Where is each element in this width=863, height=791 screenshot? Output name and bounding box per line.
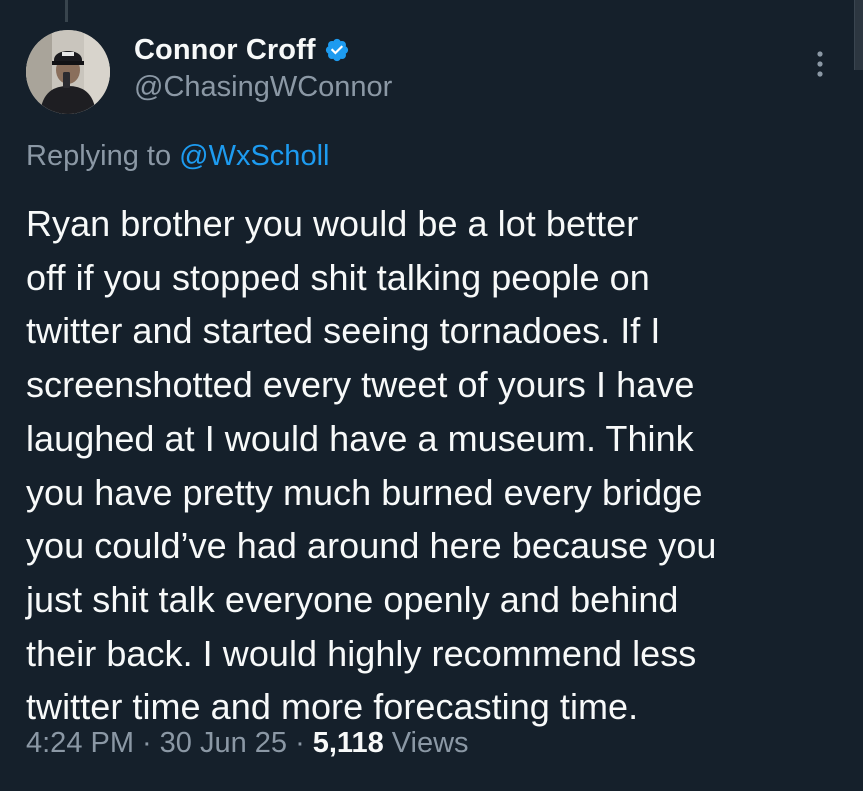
views-count: 5,118 [312,727,384,759]
views-label: Views [391,727,469,759]
verified-badge-icon [325,38,348,62]
author-name-row[interactable]: Connor Croff [134,32,350,68]
meta-separator: · [142,727,152,759]
author-handle[interactable]: @ChasingWConnor [134,71,392,104]
tweet-text: Ryan brother you would be a lot better o… [26,203,717,728]
more-options-icon[interactable] [808,46,832,82]
replying-to: Replying to @WxScholl [26,140,329,173]
scrollbar[interactable] [854,0,863,70]
tweet-metadata: 4:24 PM · 30 Jun 25 · 5,118 Views [26,727,469,760]
author-display-name[interactable]: Connor Croff [134,34,316,67]
replying-to-mention-link[interactable]: @WxScholl [179,140,329,172]
avatar[interactable] [26,30,110,114]
avatar-image [26,30,110,114]
tweet-date[interactable]: 30 Jun 25 [160,727,287,760]
tweet-detail-view: Connor Croff @ChasingWConnor Replying to… [0,0,863,791]
thread-connector-line [65,0,68,22]
replying-to-label: Replying to [26,140,172,172]
meta-separator: · [295,727,305,759]
views-link[interactable]: 5,118 Views [313,727,469,760]
tweet-time[interactable]: 4:24 PM [26,727,134,760]
